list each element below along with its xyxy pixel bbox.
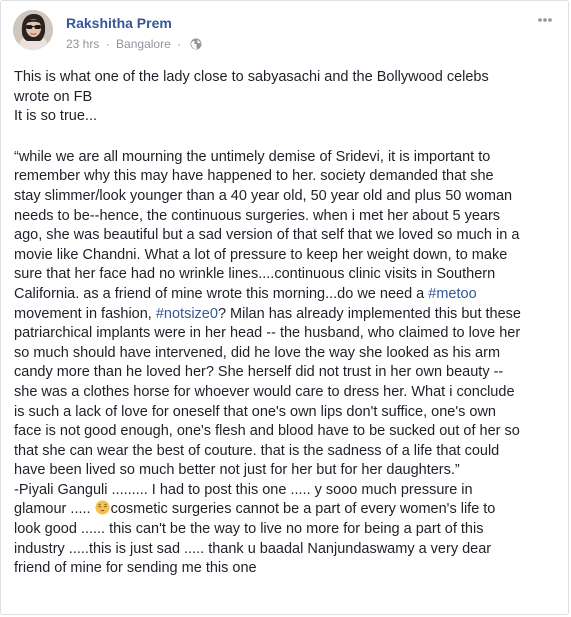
quote-line: face is not good enough, one's flesh and… <box>14 423 520 440</box>
signoff-text-part: glamour ..... <box>14 501 95 518</box>
facebook-post: Rakshitha Prem 23 hrs · Bangalore · This… <box>0 0 569 615</box>
pensive-face-emoji <box>95 500 110 515</box>
avatar[interactable] <box>13 10 53 50</box>
hashtag-notsize0-link[interactable]: #notsize0 <box>156 306 218 322</box>
signoff-line: industry .....this is just sad ..... tha… <box>14 540 492 557</box>
quote-line: patriarchical implants were in her head … <box>14 325 521 342</box>
quote-line: have been lived so much better not just … <box>14 462 460 479</box>
signoff-line: glamour ..... cosmetic surgeries cannot … <box>14 500 554 520</box>
quote-line: movie like Chandni. What a lot of pressu… <box>14 246 508 263</box>
meta-separator: · <box>177 37 182 51</box>
post-header: Rakshitha Prem 23 hrs · Bangalore · <box>13 10 556 56</box>
quote-line: candy more than he loved her? She hersel… <box>14 364 504 381</box>
quote-line: is such a lack of love for oneself that … <box>14 403 496 420</box>
intro-line: wrote on FB <box>14 88 93 105</box>
quote-line: movement in fashion, #notsize0? Milan ha… <box>14 305 554 325</box>
meta-separator: · <box>105 37 110 51</box>
intro-text: This is what one of the lady close to sa… <box>14 68 554 127</box>
quote-text: California. as a friend of mine wrote th… <box>14 285 429 302</box>
profile-photo <box>13 10 53 50</box>
quote-line: needs to be--hence, the continuous surge… <box>14 207 501 224</box>
intro-line: This is what one of the lady close to sa… <box>14 69 489 85</box>
signoff-line: look good ...... this can't be the way t… <box>14 521 484 538</box>
quote-line: “while we are all mourning the untimely … <box>14 148 491 165</box>
author-name[interactable]: Rakshitha Prem <box>66 15 172 31</box>
quote-line: that she can wear the best of couture. t… <box>14 442 500 459</box>
quote-line: ago, she was beautiful but a sad version… <box>14 227 520 244</box>
signoff-text: -Piyali Ganguli ......... I had to post … <box>14 481 554 579</box>
post-timestamp[interactable]: 23 hrs <box>66 37 99 51</box>
post-meta: 23 hrs · Bangalore · <box>66 37 202 51</box>
quote-line: California. as a friend of mine wrote th… <box>14 285 554 305</box>
globe-icon[interactable] <box>190 38 202 50</box>
quote-line: stay slimmer/look younger than a 40 year… <box>14 187 513 204</box>
signoff-line: -Piyali Ganguli ......... I had to post … <box>14 481 473 498</box>
quote-line: remember why this may have happened to h… <box>14 168 494 185</box>
quote-line: she was a clothes horse for whoever woul… <box>14 383 515 400</box>
signoff-line: friend of mine for sending me this one <box>14 560 257 577</box>
quote-text: movement in fashion, <box>14 305 156 322</box>
post-location[interactable]: Bangalore <box>116 37 171 51</box>
intro-line: It is so true... <box>14 108 97 125</box>
quote-line: sure that her face had no wrinkle lines.… <box>14 266 496 283</box>
more-options-icon[interactable] <box>534 12 556 28</box>
quoted-text: “while we are all mourning the untimely … <box>14 148 554 481</box>
hashtag-metoo-link[interactable]: #metoo <box>428 286 476 302</box>
signoff-text-part: cosmetic surgeries cannot be a part of e… <box>110 501 496 518</box>
quote-text: ? Milan has already implemented this but… <box>217 305 521 322</box>
quote-line: so much should have intervened, did he l… <box>14 344 501 361</box>
post-content: This is what one of the lady close to sa… <box>14 68 554 579</box>
